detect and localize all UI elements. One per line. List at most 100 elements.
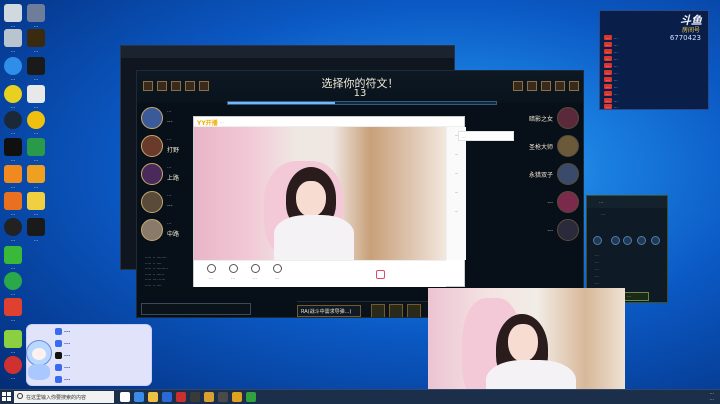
champion-portrait — [141, 135, 163, 157]
side-item[interactable]: ... — [447, 151, 466, 156]
side-link-panel: ... — [458, 131, 514, 141]
mascot-image — [22, 340, 54, 380]
tool-icon — [228, 264, 238, 273]
tool-button[interactable]: ... — [266, 263, 288, 285]
overlay-line: ... — [64, 340, 71, 346]
champion-portrait — [141, 219, 163, 241]
timer-bar — [227, 101, 497, 105]
stats-row: ...... — [604, 56, 618, 61]
stats-row: ...... — [604, 63, 618, 68]
rune-icon — [593, 236, 602, 245]
room-label: 房间号 — [681, 27, 700, 34]
enemy-slot: ... — [515, 189, 579, 219]
bullet-icon — [55, 340, 62, 347]
ally-slot[interactable]: ... ... — [141, 189, 201, 219]
side-item[interactable]: ... — [447, 208, 466, 213]
rune-recommend-panel: ... ... ... ... ... ... ... ... — [586, 195, 668, 303]
overlay-line: ... — [64, 328, 71, 334]
stats-row: ...... — [604, 35, 618, 40]
overlay-line: ... — [64, 352, 71, 358]
app-icon[interactable] — [204, 392, 214, 402]
champion-portrait — [557, 219, 579, 241]
desktop-icon[interactable]: ... — [25, 218, 47, 250]
window-titlebar — [121, 46, 454, 58]
side-link[interactable]: ... — [462, 134, 466, 139]
timer-bar-fill — [228, 102, 336, 104]
app-icon[interactable] — [162, 392, 172, 402]
stats-row: ...... — [604, 49, 618, 54]
yy-side-toolbar: ... ... ... ... ... — [446, 127, 466, 260]
side-item[interactable]: ... — [447, 189, 466, 194]
side-item[interactable]: ... — [447, 170, 466, 175]
champion-portrait — [141, 107, 163, 129]
start-button[interactable] — [2, 392, 12, 402]
champion-portrait — [141, 191, 163, 213]
taskbar: 在这里输入你要搜索的内容 ... ... — [0, 389, 720, 404]
desktop-icon[interactable]: ... — [2, 298, 24, 330]
enemy-slot: ... — [515, 217, 579, 247]
tool-button[interactable]: ... — [244, 263, 266, 285]
chat-input[interactable] — [141, 303, 251, 315]
camera-feed — [428, 288, 625, 404]
app-icon[interactable] — [246, 392, 256, 402]
rune-line: ... — [595, 273, 599, 278]
rune-line: ... — [595, 252, 599, 257]
rune-slot[interactable] — [407, 304, 421, 317]
taskbar-search[interactable]: 在这里输入你要搜索的内容 — [14, 391, 114, 403]
stream-info-overlay: ... ... ... ... ... — [22, 322, 152, 388]
app-icon[interactable] — [190, 392, 200, 402]
gift-icon[interactable] — [376, 270, 385, 279]
rune-line: ... — [595, 280, 599, 285]
person-face — [296, 181, 326, 217]
stats-row: ...... — [604, 77, 618, 82]
stats-row: ...... — [604, 84, 618, 89]
champion-portrait — [557, 135, 579, 157]
yy-toolbar: ... ... ... ... — [194, 260, 446, 287]
rune-page-select[interactable]: RA(战斗中需求导弹...) — [297, 305, 361, 317]
enemy-slot: 暗影之女 — [515, 105, 579, 135]
yy-logo: YY开播 — [197, 120, 218, 127]
system-clock[interactable]: ... ... — [710, 391, 714, 403]
rune-subtitle: ... — [601, 212, 606, 217]
ally-slot-active[interactable]: ... 中路 — [141, 217, 201, 247]
champion-portrait — [557, 191, 579, 213]
search-placeholder: 在这里输入你要搜索的内容 — [26, 395, 87, 401]
douyu-stats-panel: 斗鱼 房间号 6770423 ...... ...... ...... ....… — [599, 10, 709, 110]
rune-slot[interactable] — [371, 304, 385, 317]
tool-icon — [250, 264, 260, 273]
search-icon — [17, 393, 23, 399]
app-icon[interactable] — [176, 392, 186, 402]
person-shirt — [274, 215, 354, 260]
rune-line: ... — [595, 266, 599, 271]
room-number: 6770423 — [669, 34, 701, 42]
tool-button[interactable]: ... — [222, 263, 244, 285]
app-icon[interactable] — [232, 392, 242, 402]
ally-slot[interactable]: ... ... — [141, 105, 201, 135]
rune-line: ... — [595, 259, 599, 264]
rune-icon — [611, 236, 620, 245]
rune-icon — [637, 236, 646, 245]
task-view-icon[interactable] — [120, 392, 130, 402]
rune-slot[interactable] — [389, 304, 403, 317]
app-icon[interactable] — [218, 392, 228, 402]
edge-icon[interactable] — [134, 392, 144, 402]
champion-portrait — [557, 163, 579, 185]
file-explorer-icon[interactable] — [148, 392, 158, 402]
yy-header: YY开播 ... — [194, 117, 464, 127]
stats-row: ...... — [604, 70, 618, 75]
tool-icon — [206, 264, 216, 273]
bullet-icon — [55, 364, 62, 371]
person-face — [508, 324, 538, 362]
bullet-icon — [55, 376, 62, 383]
ally-slot[interactable]: ... 打野 — [141, 133, 201, 163]
overlay-line: ... — [64, 376, 71, 382]
countdown-timer: 13 — [353, 88, 367, 99]
stats-row: ...... — [604, 91, 618, 96]
ally-slot[interactable]: ... 上路 — [141, 161, 201, 191]
stats-row: ...... — [604, 42, 618, 47]
champion-portrait — [141, 163, 163, 185]
desktop-icon[interactable]: ... — [2, 356, 24, 388]
tool-button[interactable]: ... — [200, 263, 222, 285]
rune-icon — [651, 236, 660, 245]
yy-stream-window: YY开播 ... ... ... ... ... ... ... ... ...… — [193, 116, 466, 287]
